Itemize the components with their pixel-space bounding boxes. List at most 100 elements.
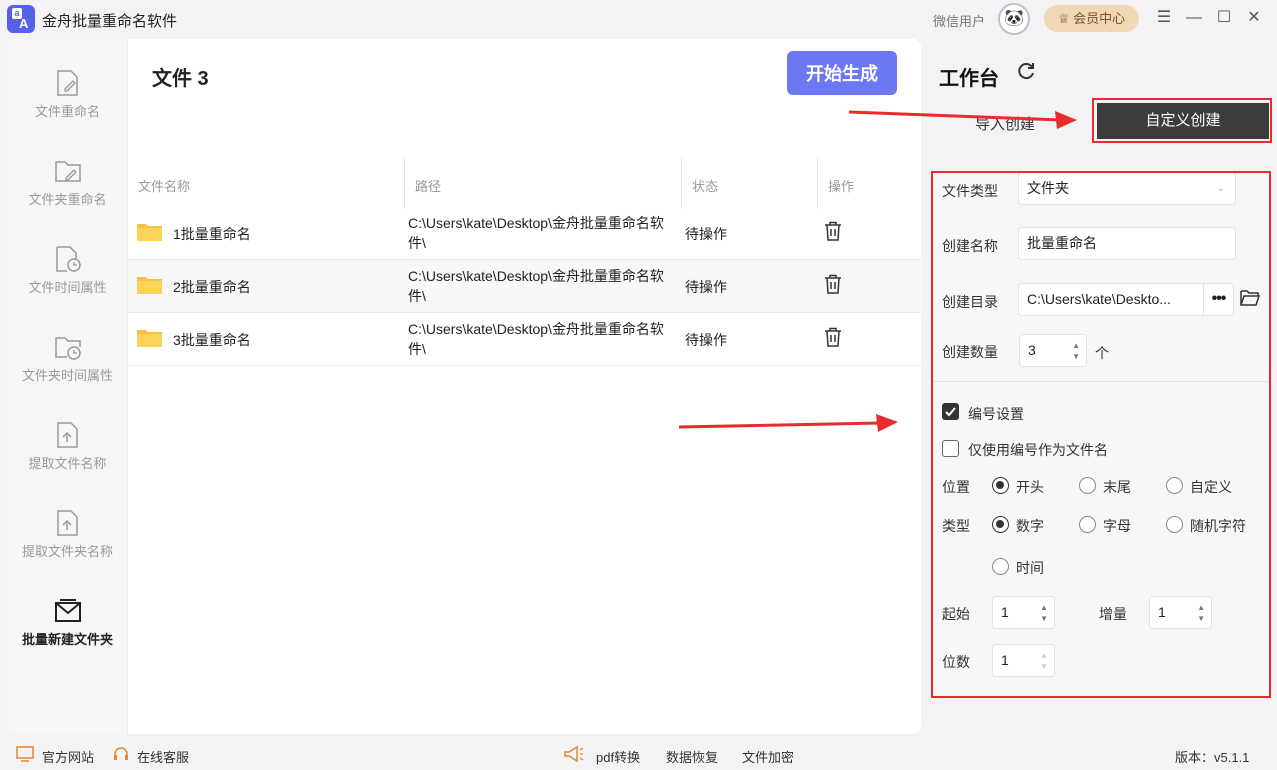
file-upload-icon (56, 422, 78, 448)
type-number-radio[interactable] (992, 516, 1009, 533)
pdf-convert-link[interactable]: pdf转换 (596, 747, 640, 766)
close-icon[interactable]: ✕ (1243, 7, 1265, 29)
tab-custom-create[interactable]: 自定义创建 (1097, 103, 1269, 139)
table-row[interactable]: 2批量重命名 C:\Users\kate\Desktop\金舟批量重命名软件\ … (128, 260, 921, 313)
chevron-down-icon: ⌄ (1216, 183, 1225, 194)
file-count-title: 文件 3 (152, 68, 209, 90)
position-custom-radio[interactable] (1166, 477, 1183, 494)
column-header-action: 操作 (828, 179, 855, 194)
create-name-input[interactable]: 批量重命名 (1018, 227, 1236, 260)
increment-stepper[interactable]: 1 ▲ ▼ (1149, 596, 1212, 629)
file-type-select[interactable]: 文件夹 ⌄ (1018, 172, 1236, 205)
megaphone-icon (564, 745, 584, 763)
position-start-radio[interactable] (992, 477, 1009, 494)
sidebar-item-extract-folder-name[interactable]: 提取文件夹名称 (7, 509, 128, 589)
file-clock-icon (55, 246, 81, 272)
app-title: 金舟批量重命名软件 (42, 13, 178, 30)
annotation-arrow (678, 414, 898, 432)
column-header-path[interactable]: 路径 (415, 176, 441, 195)
refresh-icon[interactable] (1015, 60, 1037, 82)
file-type-value: 文件夹 (1027, 180, 1069, 196)
user-name[interactable]: 微信用户 (933, 11, 985, 30)
file-name: 3批量重命名 (173, 332, 251, 348)
sidebar-item-batch-new-folder[interactable]: 批量新建文件夹 (7, 597, 128, 677)
file-edit-icon (56, 70, 78, 96)
digits-label: 位数 (942, 654, 970, 670)
crown-icon: ♕ (1057, 11, 1070, 26)
digits-stepper[interactable]: 1 ▲ ▼ (992, 644, 1055, 677)
sidebar-item-folder-time[interactable]: 文件夹时间属性 (7, 333, 128, 413)
column-divider (404, 157, 405, 209)
start-stepper[interactable]: 1 ▲ ▼ (992, 596, 1055, 629)
sidebar-item-extract-file-name[interactable]: 提取文件名称 (7, 421, 128, 501)
type-random-label: 随机字符 (1190, 518, 1246, 534)
table-row[interactable]: 3批量重命名 C:\Users\kate\Desktop\金舟批量重命名软件\ … (128, 313, 921, 366)
numbering-checkbox[interactable] (942, 403, 959, 420)
create-dir-input[interactable]: C:\Users\kate\Deskto... (1018, 283, 1204, 316)
sidebar-item-label: 文件重命名 (34, 104, 100, 119)
browse-more-icon[interactable]: ••• (1203, 283, 1234, 316)
sidebar-item-label: 批量新建文件夹 (21, 632, 113, 647)
column-divider (681, 157, 682, 209)
trash-icon[interactable] (824, 221, 842, 241)
file-status: 待操作 (685, 279, 727, 295)
folder-clock-icon (54, 337, 81, 360)
avatar[interactable]: 🐼 (998, 3, 1030, 35)
main-panel: 文件重命名 文件夹重命名 文件时间属性 文件夹时间属性 提取文件名称 提取文件夹… (7, 39, 921, 734)
sidebar-item-label: 文件时间属性 (28, 280, 107, 295)
sidebar-item-label: 提取文件夹名称 (21, 544, 113, 559)
folder-upload-icon (56, 510, 78, 536)
data-recovery-link[interactable]: 数据恢复 (666, 747, 718, 766)
app-logo-icon: aA (7, 5, 35, 33)
type-time-radio[interactable] (992, 558, 1009, 575)
start-generate-button[interactable]: 开始生成 (787, 51, 897, 95)
only-number-checkbox[interactable] (942, 440, 959, 457)
file-status: 待操作 (685, 226, 727, 242)
sidebar-item-folder-rename[interactable]: 文件夹重命名 (7, 157, 128, 237)
trash-icon[interactable] (824, 274, 842, 294)
file-status: 待操作 (685, 332, 727, 348)
official-website-link[interactable]: 官方网站 (42, 747, 94, 766)
trash-icon[interactable] (824, 327, 842, 347)
stepper-arrows-icon[interactable]: ▲ ▼ (1072, 340, 1080, 362)
create-dir-label: 创建目录 (942, 294, 998, 310)
create-name-label: 创建名称 (942, 238, 998, 254)
column-header-name[interactable]: 文件名称 (138, 176, 190, 195)
file-encrypt-link[interactable]: 文件加密 (742, 747, 794, 766)
table-row[interactable]: 1批量重命名 C:\Users\kate\Desktop\金舟批量重命名软件\ … (128, 207, 921, 260)
annotation-arrow (848, 110, 1077, 129)
new-folder-icon (54, 599, 81, 622)
position-label: 位置 (942, 479, 970, 495)
type-number-label: 数字 (1016, 518, 1044, 534)
sidebar-item-file-time[interactable]: 文件时间属性 (7, 245, 128, 325)
sidebar-item-file-rename[interactable]: 文件重命名 (7, 69, 128, 149)
create-count-stepper[interactable]: 3 ▲ ▼ (1019, 334, 1087, 367)
numbering-label: 编号设置 (968, 406, 1024, 422)
sidebar: 文件重命名 文件夹重命名 文件时间属性 文件夹时间属性 提取文件名称 提取文件夹… (7, 39, 128, 734)
monitor-icon (16, 746, 34, 762)
vip-center-button[interactable]: ♕ 会员中心 (1044, 5, 1139, 32)
type-letter-radio[interactable] (1079, 516, 1096, 533)
position-end-label: 末尾 (1103, 479, 1131, 495)
position-end-radio[interactable] (1079, 477, 1096, 494)
online-support-link[interactable]: 在线客服 (137, 747, 189, 766)
position-start-label: 开头 (1016, 479, 1044, 495)
minimize-icon[interactable]: — (1183, 7, 1205, 29)
workbench-title: 工作台 (939, 68, 999, 90)
stepper-arrows-icon[interactable]: ▲ ▼ (1040, 602, 1048, 624)
file-path: C:\Users\kate\Desktop\金舟批量重命名软件\ (408, 321, 664, 357)
menu-icon[interactable]: ☰ (1153, 7, 1175, 29)
create-count-unit: 个 (1095, 345, 1109, 361)
stepper-arrows-icon[interactable]: ▲ ▼ (1197, 602, 1205, 624)
folder-open-icon[interactable] (1240, 289, 1260, 307)
only-number-label: 仅使用编号作为文件名 (968, 442, 1108, 458)
increment-label: 增量 (1099, 606, 1127, 622)
stepper-arrows-icon[interactable]: ▲ ▼ (1040, 650, 1048, 672)
column-header-status[interactable]: 状态 (692, 176, 718, 195)
maximize-icon[interactable]: ☐ (1213, 7, 1235, 29)
type-random-radio[interactable] (1166, 516, 1183, 533)
file-name: 1批量重命名 (173, 226, 251, 242)
folder-icon (137, 224, 162, 241)
sidebar-item-label: 提取文件名称 (28, 456, 107, 471)
file-type-label: 文件类型 (942, 183, 998, 199)
